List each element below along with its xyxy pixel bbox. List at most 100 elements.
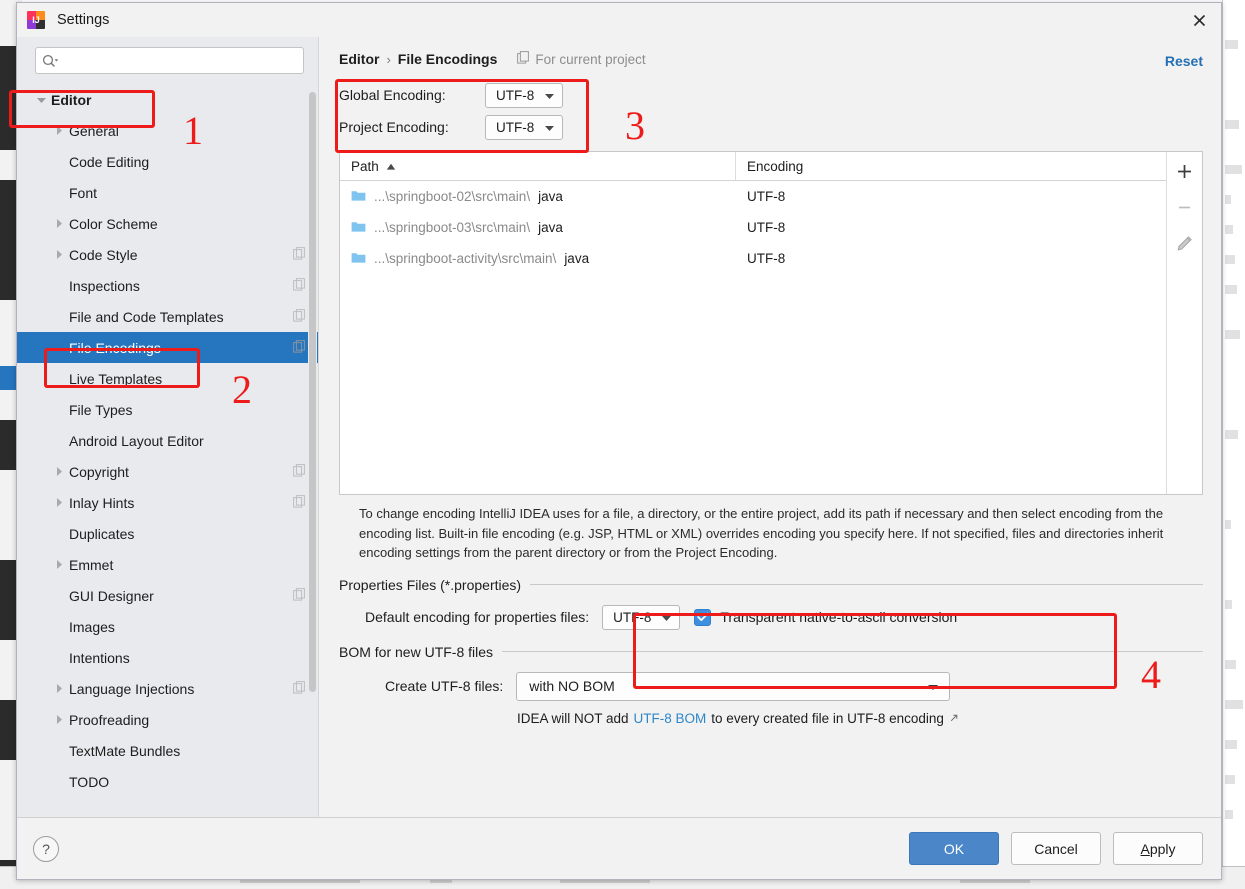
sidebar-scrollbar-thumb[interactable]	[309, 92, 316, 692]
table-row[interactable]: ...\springboot-03\src\main\ java UTF-8	[340, 212, 1166, 243]
sidebar-item-file-and-code-templates[interactable]: File and Code Templates	[17, 301, 318, 332]
file-encodings-table-main: Path Encoding ...\springboot-02\src\main…	[340, 152, 1166, 494]
default-properties-encoding-row: Default encoding for properties files: U…	[365, 604, 1203, 630]
sidebar-item-todo[interactable]: TODO	[17, 766, 318, 797]
chevron-right-icon[interactable]	[49, 714, 69, 725]
file-encodings-table: Path Encoding ...\springboot-02\src\main…	[339, 151, 1203, 495]
chevron-right-icon[interactable]	[49, 218, 69, 229]
sidebar-item-copyright[interactable]: Copyright	[17, 456, 318, 487]
table-header-row: Path Encoding	[340, 152, 1166, 181]
sidebar-item-android-layout-editor[interactable]: Android Layout Editor	[17, 425, 318, 456]
column-header-path[interactable]: Path	[340, 152, 736, 180]
sidebar-scrollbar[interactable]	[308, 82, 317, 817]
sidebar-item-general[interactable]: General	[17, 115, 318, 146]
reset-link[interactable]: Reset	[1165, 53, 1203, 69]
table-cell-path-prefix: ...\springboot-02\src\main\	[374, 189, 531, 204]
add-path-button[interactable]	[1172, 158, 1198, 184]
column-header-encoding[interactable]: Encoding	[736, 159, 1166, 174]
sidebar-item-label: Live Templates	[69, 370, 163, 387]
encoding-rows: Global Encoding: UTF-8 Project Encoding:…	[339, 79, 1203, 143]
copy-icon	[293, 308, 306, 325]
window-title: Settings	[57, 12, 110, 28]
table-cell-path-prefix: ...\springboot-03\src\main\	[374, 220, 531, 235]
sidebar-item-intentions[interactable]: Intentions	[17, 642, 318, 673]
close-icon[interactable]	[1185, 7, 1213, 33]
search-input[interactable]	[59, 52, 297, 69]
chevron-right-icon[interactable]	[49, 683, 69, 694]
chevron-right-icon[interactable]	[49, 497, 69, 508]
sidebar-item-file-types[interactable]: File Types	[17, 394, 318, 425]
sidebar-item-label: Copyright	[69, 463, 129, 480]
copy-icon	[293, 494, 306, 511]
sidebar-item-proofreading[interactable]: Proofreading	[17, 704, 318, 735]
settings-tree: Editor General Code Editing Font Color Schem…	[17, 82, 318, 817]
default-properties-encoding-combo[interactable]: UTF-8	[602, 604, 681, 630]
chevron-right-icon[interactable]	[49, 466, 69, 477]
apply-button-rest: pply	[1149, 840, 1176, 857]
sidebar-item-label: GUI Designer	[69, 587, 154, 604]
table-cell-encoding[interactable]: UTF-8	[736, 220, 1166, 235]
external-link-icon	[949, 711, 959, 726]
chevron-down-icon[interactable]	[31, 96, 51, 104]
sidebar-item-code-editing[interactable]: Code Editing	[17, 146, 318, 177]
breadcrumb-current: File Encodings	[397, 51, 498, 67]
ok-button[interactable]: OK	[909, 832, 999, 865]
sidebar-item-language-injections[interactable]: Language Injections	[17, 673, 318, 704]
search-icon	[42, 54, 59, 68]
for-current-project-label: For current project	[517, 51, 646, 67]
table-cell-path-leaf: java	[538, 220, 563, 235]
search-box[interactable]	[35, 47, 304, 74]
table-row[interactable]: ...\springboot-02\src\main\ java UTF-8	[340, 181, 1166, 212]
table-cell-encoding[interactable]: UTF-8	[736, 251, 1166, 266]
sidebar-item-emmet[interactable]: Emmet	[17, 549, 318, 580]
breadcrumb-root[interactable]: Editor	[339, 51, 379, 67]
table-row[interactable]: ...\springboot-activity\src\main\ java UTF…	[340, 243, 1166, 274]
create-utf8-files-value: with NO BOM	[529, 678, 615, 694]
apply-button[interactable]: Apply	[1113, 832, 1203, 865]
table-cell-path-prefix: ...\springboot-activity\src\main\	[374, 251, 557, 266]
sidebar-item-label: Proofreading	[69, 711, 150, 728]
dialog-body: Editor General Code Editing Font Color Schem…	[17, 37, 1221, 817]
copy-icon	[293, 680, 306, 697]
bom-note-suffix: to every created file in UTF-8 encoding	[711, 710, 944, 726]
encoding-hint-text: To change encoding IntelliJ IDEA uses fo…	[359, 506, 1164, 560]
sidebar-item-editor[interactable]: Editor	[17, 84, 318, 115]
sidebar-item-gui-designer[interactable]: GUI Designer	[17, 580, 318, 611]
sidebar-item-images[interactable]: Images	[17, 611, 318, 642]
cancel-button[interactable]: Cancel	[1011, 832, 1101, 865]
edit-path-button[interactable]	[1172, 230, 1198, 256]
utf8-bom-link[interactable]: UTF-8 BOM	[634, 711, 707, 726]
sidebar-item-label: File Types	[69, 401, 133, 418]
chevron-right-icon[interactable]	[49, 559, 69, 570]
table-cell-encoding[interactable]: UTF-8	[736, 189, 1166, 204]
settings-dialog: IJ Settings Editor General Code Editing …	[16, 2, 1222, 880]
folder-icon	[351, 220, 366, 236]
sidebar-item-live-templates[interactable]: Live Templates	[17, 363, 318, 394]
create-utf8-files-label: Create UTF-8 files:	[385, 678, 504, 694]
table-rows: ...\springboot-02\src\main\ java UTF-8 ...\…	[340, 181, 1166, 274]
background-ide-right-strip	[1222, 0, 1245, 889]
create-utf8-files-combo[interactable]: with NO BOM	[516, 671, 951, 701]
table-cell-path: ...\springboot-activity\src\main\ java	[340, 251, 736, 267]
transparent-conversion-checkbox[interactable]: Transparent native-to-ascii conversion	[694, 608, 957, 626]
remove-path-button[interactable]	[1172, 194, 1198, 220]
sidebar-item-label: File and Code Templates	[69, 308, 224, 325]
breadcrumb-separator: ›	[386, 51, 391, 67]
sidebar-item-textmate-bundles[interactable]: TextMate Bundles	[17, 735, 318, 766]
sidebar-item-file-encodings[interactable]: File Encodings	[17, 332, 318, 363]
help-button[interactable]: ?	[33, 835, 59, 862]
sidebar-item-inlay-hints[interactable]: Inlay Hints	[17, 487, 318, 518]
settings-sidebar: Editor General Code Editing Font Color Schem…	[17, 37, 319, 817]
sidebar-item-inspections[interactable]: Inspections	[17, 270, 318, 301]
sidebar-item-duplicates[interactable]: Duplicates	[17, 518, 318, 549]
project-encoding-row: Project Encoding: UTF-8	[339, 111, 1203, 143]
project-encoding-combo[interactable]: UTF-8	[485, 114, 564, 140]
properties-files-title: Properties Files (*.properties)	[339, 576, 522, 593]
sidebar-item-label: Code Style	[69, 246, 138, 263]
sidebar-item-code-style[interactable]: Code Style	[17, 239, 318, 270]
sidebar-item-font[interactable]: Font	[17, 177, 318, 208]
global-encoding-combo[interactable]: UTF-8	[485, 82, 564, 108]
sidebar-item-color-scheme[interactable]: Color Scheme	[17, 208, 318, 239]
chevron-right-icon[interactable]	[49, 249, 69, 260]
chevron-right-icon[interactable]	[49, 125, 69, 136]
